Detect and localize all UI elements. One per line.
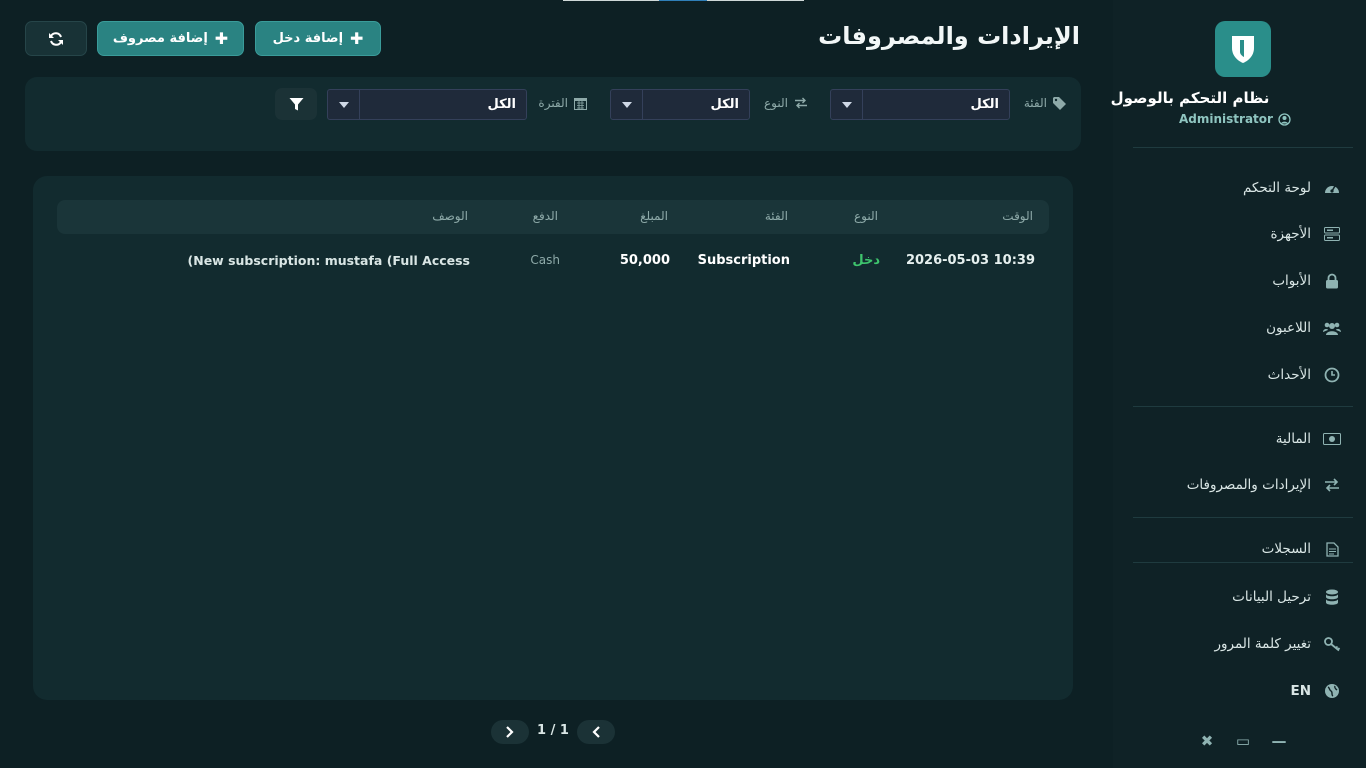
user-circle-icon (1278, 112, 1291, 126)
server-icon (1323, 225, 1341, 243)
period-select-value: الكل (487, 97, 516, 112)
add-income-button[interactable]: ✚ إضافة دخل (255, 21, 381, 56)
add-expense-label: إضافة مصروف (112, 31, 208, 46)
refresh-icon (49, 31, 63, 46)
prev-page-button[interactable] (577, 720, 615, 744)
sidebar-item-migration[interactable]: ترحيل البيانات (1133, 582, 1341, 612)
sidebar-item-dashboard[interactable]: لوحة التحكم (1133, 173, 1341, 203)
chevron-right-icon (506, 726, 514, 738)
lock-icon (1323, 272, 1341, 290)
sidebar-divider (1133, 406, 1353, 407)
period-label-text: الفترة (538, 96, 568, 110)
page-title: الإيرادات والمصروفات (818, 22, 1080, 50)
exchange-icon (795, 97, 807, 109)
add-expense-button[interactable]: ✚ إضافة مصروف (97, 21, 244, 56)
app-logo (1215, 21, 1271, 77)
row-time: 2026-05-03 10:39 (905, 253, 1035, 268)
sidebar-item-devices[interactable]: الأجهزة (1133, 219, 1341, 249)
period-filter-label: الفترة (538, 96, 587, 110)
sidebar-item-label: الأبواب (1272, 273, 1311, 289)
sidebar-item-players[interactable]: اللاعبون (1133, 313, 1341, 343)
page-indicator: 1 / 1 (537, 723, 569, 738)
category-filter-label: الفئة (1024, 96, 1067, 110)
column-header-category: الفئة (764, 209, 788, 223)
shield-icon (1232, 36, 1254, 63)
category-select-value: الكل (970, 97, 999, 112)
sidebar-item-doors[interactable]: الأبواب (1133, 266, 1341, 296)
app-title: نظام التحكم بالوصول (1110, 89, 1270, 107)
filter-icon (289, 97, 303, 110)
sidebar-item-change-password[interactable]: تغيير كلمة المرور (1133, 629, 1341, 659)
tag-icon (1053, 96, 1066, 110)
sidebar-item-label: اللاعبون (1266, 320, 1311, 336)
users-icon (1323, 319, 1341, 337)
type-select[interactable]: الكل (610, 89, 750, 120)
row-type: دخل (852, 253, 880, 268)
apply-filter-button[interactable] (275, 88, 317, 120)
user-name: Administrator (1179, 112, 1273, 126)
sidebar-divider (1133, 517, 1353, 518)
close-window-button[interactable]: ✖ (1197, 731, 1217, 751)
refresh-button[interactable] (25, 21, 87, 56)
sidebar-item-label: ترحيل البيانات (1232, 589, 1311, 605)
maximize-window-button[interactable]: ▭ (1233, 731, 1253, 751)
user-line: Administrator (1150, 112, 1320, 126)
sidebar-item-label: الأحداث (1267, 367, 1311, 383)
sidebar-item-income-expenses[interactable]: الإيرادات والمصروفات (1133, 470, 1341, 500)
plus-icon: ✚ (350, 29, 364, 48)
chevron-down-icon (328, 90, 360, 119)
sidebar-divider (1133, 562, 1353, 563)
next-page-button[interactable] (491, 720, 529, 744)
sidebar-item-finance[interactable]: المالية (1133, 424, 1341, 454)
sidebar-item-label: الإيرادات والمصروفات (1186, 477, 1311, 493)
sidebar-item-label: الأجهزة (1270, 226, 1311, 242)
key-icon (1323, 635, 1341, 653)
plus-icon: ✚ (214, 29, 229, 48)
sidebar-item-label: تغيير كلمة المرور (1214, 636, 1311, 652)
chevron-left-icon (592, 726, 600, 738)
exchange-icon (1323, 476, 1341, 494)
sidebar-item-label: المالية (1275, 431, 1311, 447)
globe-icon (1323, 682, 1341, 700)
sidebar-divider (1133, 147, 1353, 148)
sidebar-item-logs[interactable]: السجلات (1133, 534, 1341, 564)
column-header-type: النوع (854, 209, 878, 223)
add-income-label: إضافة دخل (272, 31, 344, 46)
type-label-text: النوع (764, 96, 788, 110)
type-select-value: الكل (710, 97, 739, 112)
row-category: Subscription (697, 253, 790, 268)
file-text-icon (1323, 540, 1341, 558)
chevron-down-icon (611, 90, 643, 119)
type-filter-label: النوع (764, 96, 808, 110)
row-amount: 50,000 (619, 253, 670, 268)
column-header-description: الوصف (432, 209, 468, 223)
category-label-text: الفئة (1023, 96, 1047, 110)
sidebar-item-label: EN (1290, 683, 1311, 699)
chevron-down-icon (831, 90, 863, 119)
money-bill-icon (1323, 430, 1341, 448)
clock-icon (1323, 366, 1341, 384)
database-icon (1323, 588, 1341, 606)
sidebar-item-label: السجلات (1261, 541, 1311, 557)
sidebar-item-label: لوحة التحكم (1242, 180, 1311, 196)
column-header-time: الوقت (1002, 209, 1033, 223)
row-payment: Cash (530, 253, 560, 267)
minimize-window-button[interactable]: — (1269, 731, 1289, 751)
row-description: (New subscription: mustafa (Full Access (187, 253, 470, 268)
sidebar-item-events[interactable]: الأحداث (1133, 360, 1341, 390)
period-select[interactable]: الكل (327, 89, 527, 120)
calendar-icon (574, 97, 587, 110)
gauge-icon (1323, 179, 1341, 197)
column-header-payment: الدفع (532, 209, 558, 223)
sidebar-item-language[interactable]: EN (1133, 676, 1341, 706)
column-header-amount: المبلغ (640, 209, 668, 223)
category-select[interactable]: الكل (830, 89, 1010, 120)
top-strip-accent (659, 0, 707, 1)
